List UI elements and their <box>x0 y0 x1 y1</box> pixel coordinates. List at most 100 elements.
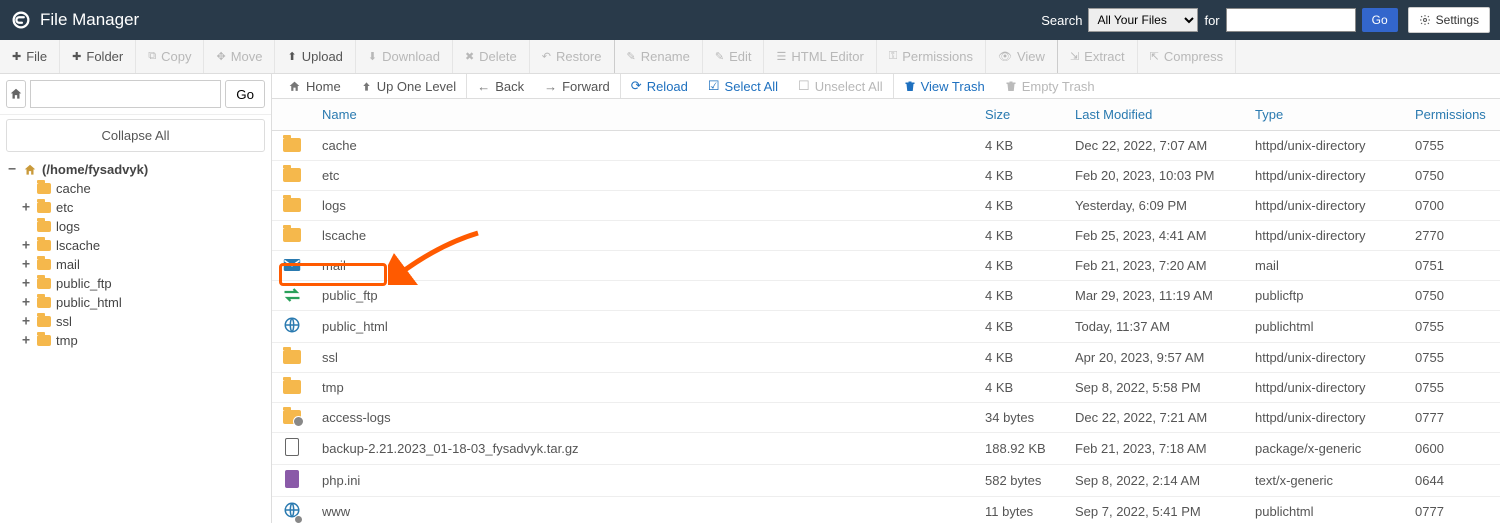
search-go-button[interactable]: Go <box>1362 8 1398 32</box>
copy-icon: ⧉ <box>148 50 156 63</box>
search-input[interactable] <box>1226 8 1356 32</box>
table-row[interactable]: public_ftp4 KBMar 29, 2023, 11:19 AMpubl… <box>272 281 1500 311</box>
collapse-icon[interactable]: − <box>6 162 18 177</box>
toolbar-copy: ⧉Copy <box>136 40 204 73</box>
tree-item-public_ftp[interactable]: +public_ftp <box>6 274 265 293</box>
col-name[interactable]: Name <box>312 99 975 131</box>
expand-icon[interactable]: + <box>20 238 32 253</box>
html-icon: ☰ <box>776 50 786 63</box>
expand-icon[interactable]: + <box>20 200 32 215</box>
nav-reload[interactable]: ⟳Reload <box>621 74 698 98</box>
nav-forward[interactable]: →Forward <box>534 74 620 98</box>
table-row[interactable]: public_html4 KBToday, 11:37 AMpublichtml… <box>272 311 1500 343</box>
file-type: httpd/unix-directory <box>1245 191 1405 221</box>
file-name: public_ftp <box>312 281 975 311</box>
tree-item-logs[interactable]: logs <box>6 217 265 236</box>
table-row[interactable]: mail4 KBFeb 21, 2023, 7:20 AMmail0751 <box>272 251 1500 281</box>
expand-icon[interactable]: + <box>20 257 32 272</box>
tree-item-lscache[interactable]: + lscache <box>6 236 265 255</box>
file-modified: Feb 20, 2023, 10:03 PM <box>1065 161 1245 191</box>
nav-toolbar: Home Up One Level ←Back →Forward ⟳Reload… <box>272 74 1500 99</box>
settings-button[interactable]: Settings <box>1408 7 1490 33</box>
table-row[interactable]: tmp4 KBSep 8, 2022, 5:58 PMhttpd/unix-di… <box>272 373 1500 403</box>
expand-icon[interactable]: + <box>20 276 32 291</box>
toolbar-permissions: ⚿Permissions <box>877 40 986 73</box>
folder-icon <box>36 221 52 232</box>
file-permissions: 0750 <box>1405 281 1500 311</box>
file-size: 34 bytes <box>975 403 1065 433</box>
toolbar-folder[interactable]: ✚Folder <box>60 40 136 73</box>
nav-home[interactable]: Home <box>278 74 351 98</box>
tree-item-tmp[interactable]: +tmp <box>6 331 265 350</box>
arrow-right-icon: → <box>544 79 557 94</box>
nav-up[interactable]: Up One Level <box>351 74 467 98</box>
file-icon-text <box>272 465 312 497</box>
nav-view-trash[interactable]: View Trash <box>894 74 995 98</box>
tree-item-public_html[interactable]: +public_html <box>6 293 265 312</box>
app-logo: File Manager <box>10 9 139 31</box>
toolbar-edit: ✎Edit <box>703 40 765 73</box>
trash-icon <box>904 80 916 93</box>
toolbar-rename: ✎Rename <box>615 40 703 73</box>
file-modified: Sep 8, 2022, 5:58 PM <box>1065 373 1245 403</box>
table-row[interactable]: etc4 KBFeb 20, 2023, 10:03 PMhttpd/unix-… <box>272 161 1500 191</box>
table-row[interactable]: access-logs34 bytesDec 22, 2022, 7:21 AM… <box>272 403 1500 433</box>
folder-icon <box>36 278 52 289</box>
tree-label: lscache <box>56 238 100 253</box>
file-modified: Apr 20, 2023, 9:57 AM <box>1065 343 1245 373</box>
file-icon-archive <box>272 433 312 465</box>
folder-icon <box>22 163 38 177</box>
nav-empty-trash[interactable]: Empty Trash <box>995 74 1105 98</box>
col-permissions[interactable]: Permissions <box>1405 99 1500 131</box>
file-name: cache <box>312 131 975 161</box>
table-row[interactable]: cache4 KBDec 22, 2022, 7:07 AMhttpd/unix… <box>272 131 1500 161</box>
table-row[interactable]: lscache4 KBFeb 25, 2023, 4:41 AMhttpd/un… <box>272 221 1500 251</box>
checkbox-empty-icon: ☐ <box>798 78 810 94</box>
toolbar-file[interactable]: ✚File <box>0 40 60 73</box>
tree-item-cache[interactable]: cache <box>6 179 265 198</box>
col-modified[interactable]: Last Modified <box>1065 99 1245 131</box>
table-row[interactable]: backup-2.21.2023_01-18-03_fysadvyk.tar.g… <box>272 433 1500 465</box>
nav-back[interactable]: ←Back <box>467 74 534 98</box>
table-row[interactable]: php.ini582 bytesSep 8, 2022, 2:14 AMtext… <box>272 465 1500 497</box>
folder-icon <box>36 297 52 308</box>
col-icon[interactable] <box>272 99 312 131</box>
expand-icon[interactable]: + <box>20 295 32 310</box>
tree-home-button[interactable] <box>6 80 26 108</box>
search-scope-select[interactable]: All Your Files <box>1088 8 1198 32</box>
toolbar-move: ✥Move <box>204 40 275 73</box>
tree-item-mail[interactable]: +mail <box>6 255 265 274</box>
file-modified: Feb 21, 2023, 7:20 AM <box>1065 251 1245 281</box>
tree-item-ssl[interactable]: +ssl <box>6 312 265 331</box>
path-input[interactable] <box>30 80 221 108</box>
nav-unselect-all[interactable]: ☐Unselect All <box>788 74 893 98</box>
app-title: File Manager <box>40 10 139 30</box>
expand-icon[interactable]: + <box>20 333 32 348</box>
nav-select-all[interactable]: ☑Select All <box>698 74 788 98</box>
file-type: publichtml <box>1245 311 1405 343</box>
collapse-all-button[interactable]: Collapse All <box>6 119 265 152</box>
file-name: public_html <box>312 311 975 343</box>
file-name: www <box>312 497 975 523</box>
toolbar-upload[interactable]: ⬆Upload <box>275 40 355 73</box>
file-type: mail <box>1245 251 1405 281</box>
table-row[interactable]: ssl4 KBApr 20, 2023, 9:57 AMhttpd/unix-d… <box>272 343 1500 373</box>
col-type[interactable]: Type <box>1245 99 1405 131</box>
tree-item-etc[interactable]: + etc <box>6 198 265 217</box>
file-icon-folder <box>272 221 312 251</box>
download-icon: ⬇ <box>368 50 377 63</box>
folder-tree: − (/home/fysadvyk) cache + etc logs + lscache… <box>0 160 271 350</box>
path-go-button[interactable]: Go <box>225 80 265 108</box>
table-row[interactable]: logs4 KBYesterday, 6:09 PMhttpd/unix-dir… <box>272 191 1500 221</box>
tree-root[interactable]: − (/home/fysadvyk) <box>6 160 265 179</box>
eye-icon: 👁 <box>998 50 1012 63</box>
key-icon: ⚿ <box>889 50 897 63</box>
search-label: Search <box>1041 13 1082 28</box>
tree-label: etc <box>56 200 73 215</box>
file-permissions: 0755 <box>1405 343 1500 373</box>
col-size[interactable]: Size <box>975 99 1065 131</box>
undo-icon: ↶ <box>542 50 551 63</box>
expand-icon[interactable]: + <box>20 314 32 329</box>
file-size: 4 KB <box>975 221 1065 251</box>
table-row[interactable]: www11 bytesSep 7, 2022, 5:41 PMpublichtm… <box>272 497 1500 523</box>
